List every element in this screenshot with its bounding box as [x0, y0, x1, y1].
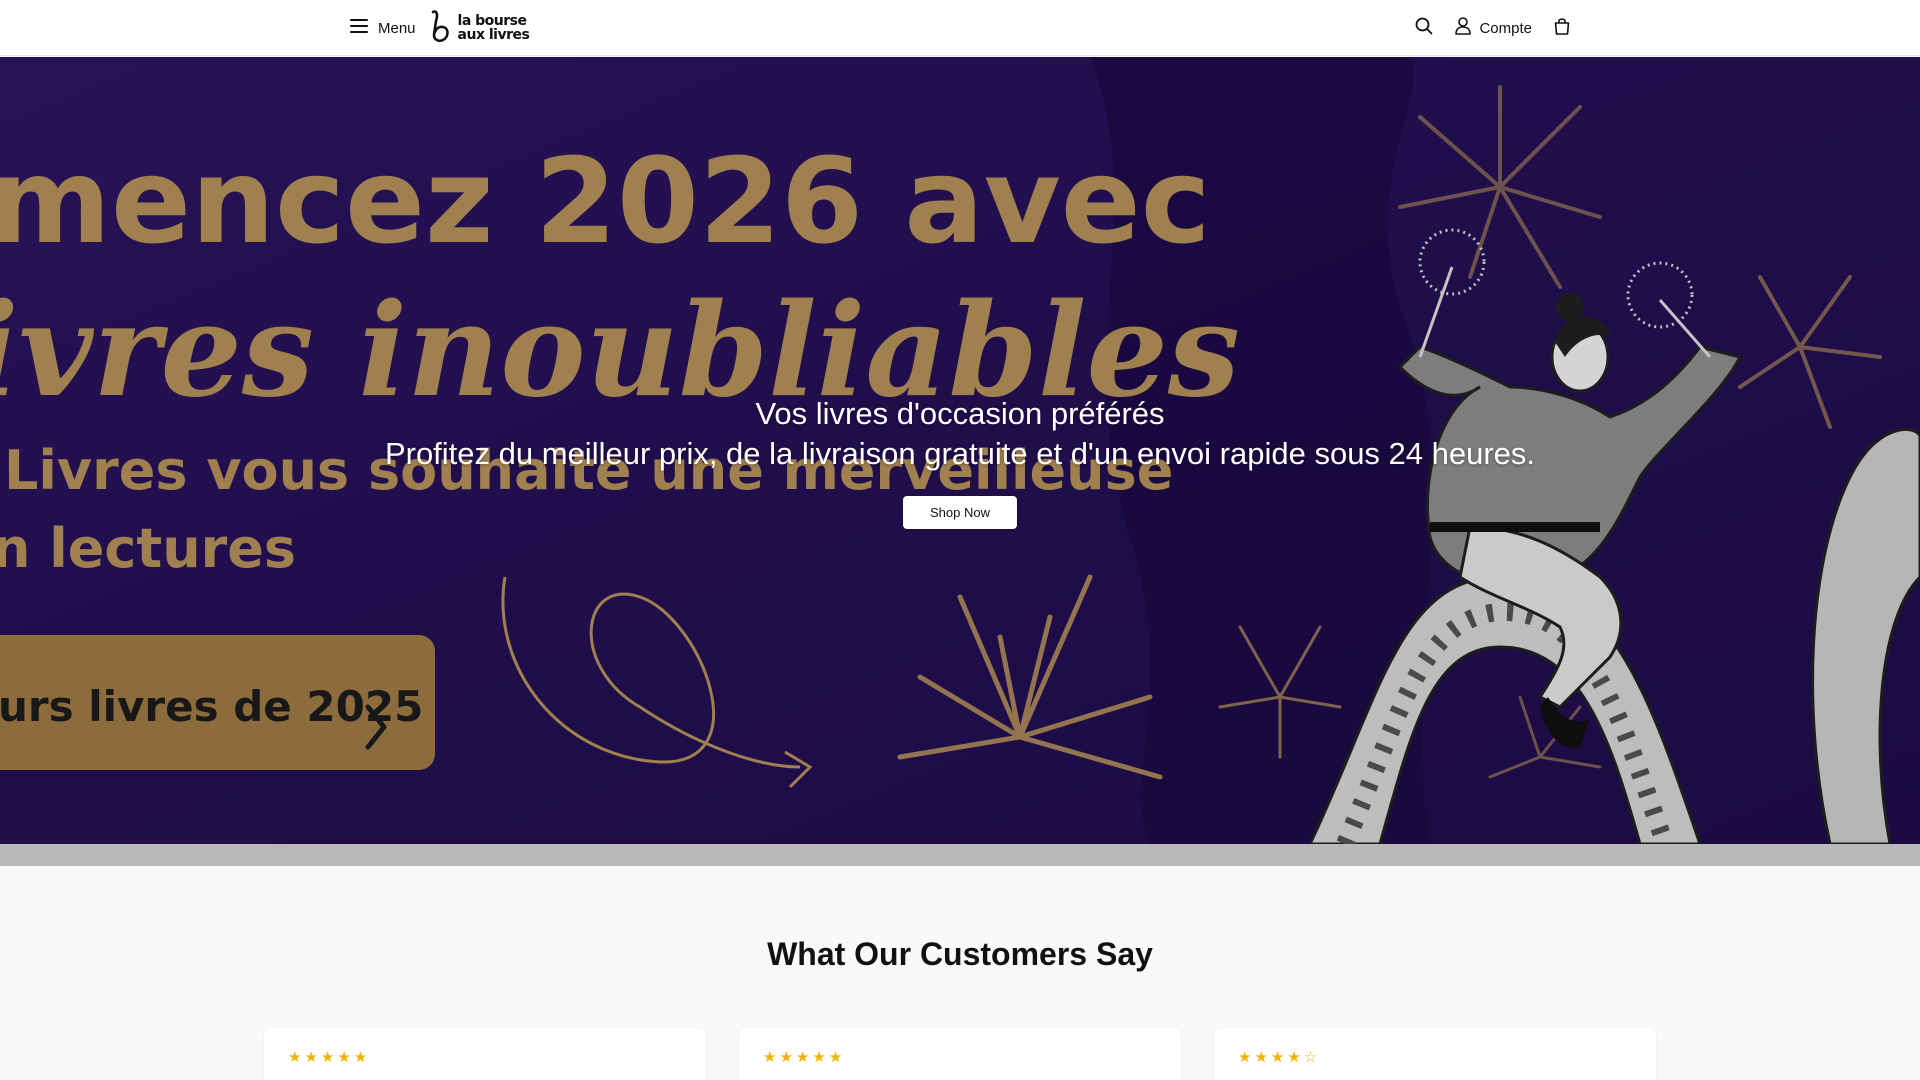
hero-title: Vos livres d'occasion préférés — [755, 396, 1165, 431]
star-rating: ★★★★★ — [288, 1049, 371, 1066]
review-card: ★★★★★ — [264, 1028, 706, 1080]
star-rating: ★★★★☆ — [1238, 1049, 1321, 1066]
site-header: Menu la bourse aux livres Compte — [0, 0, 1920, 56]
header-inner: Menu la bourse aux livres Compte — [350, 0, 1570, 56]
hero-content: Vos livres d'occasion préférés Profitez … — [0, 394, 1920, 529]
review-card: ★★★★☆ — [1214, 1028, 1656, 1080]
search-icon — [1415, 17, 1433, 40]
account-button[interactable]: Compte — [1455, 17, 1532, 39]
hero-subtitle: Profitez du meilleur prix, de la livrais… — [384, 436, 1536, 471]
header-right: Compte — [1415, 17, 1570, 40]
logo-text: la bourse aux livres — [458, 14, 530, 42]
site-logo[interactable]: la bourse aux livres — [428, 9, 530, 48]
reviews-section: What Our Customers Say ★★★★★ ★★★★★ ★★★★☆ — [0, 866, 1920, 1080]
menu-button[interactable]: Menu — [350, 19, 416, 37]
menu-label: Menu — [378, 19, 416, 37]
star-rating: ★★★★★ — [763, 1049, 846, 1066]
hero-section: mencez 2026 avec ivres inoubliables Livr… — [0, 57, 1920, 866]
bag-icon — [1554, 17, 1570, 40]
header-left: Menu la bourse aux livres — [350, 9, 530, 48]
account-label: Compte — [1479, 19, 1532, 37]
review-card: ★★★★★ — [739, 1028, 1181, 1080]
search-button[interactable] — [1415, 17, 1433, 40]
logo-line-2: aux livres — [457, 27, 530, 43]
logo-b-icon — [428, 9, 452, 48]
logo-line-1: la bourse — [457, 13, 527, 29]
hamburger-icon — [350, 19, 368, 37]
reviews-title: What Our Customers Say — [767, 936, 1153, 972]
shop-now-button[interactable]: Shop Now — [903, 496, 1017, 529]
cart-button[interactable] — [1554, 17, 1570, 40]
user-icon — [1455, 17, 1472, 39]
